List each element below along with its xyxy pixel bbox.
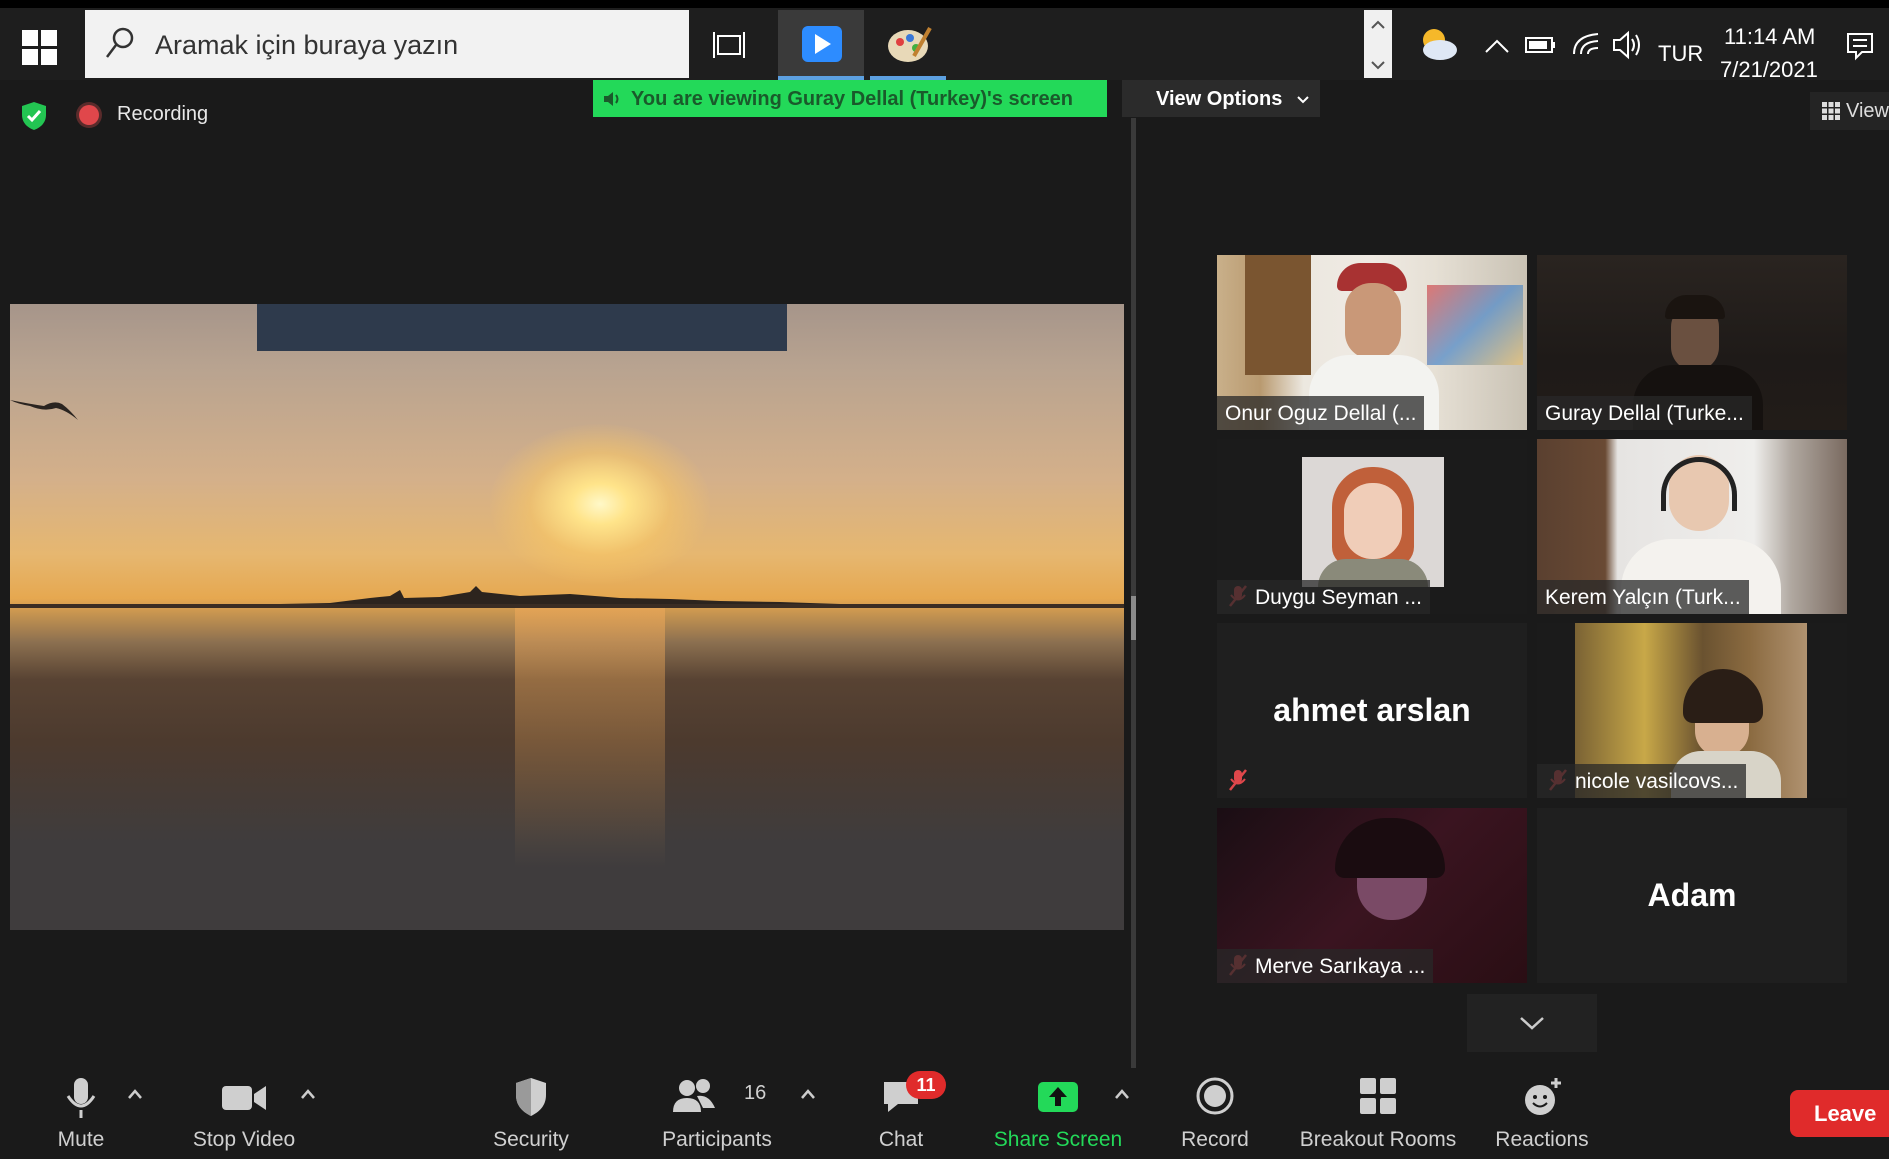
- wifi-icon[interactable]: [1568, 8, 1604, 80]
- record-button[interactable]: Record: [1176, 1072, 1254, 1152]
- video-options-caret-icon[interactable]: [300, 1088, 316, 1100]
- participants-count: 16: [744, 1082, 767, 1104]
- reactions-button[interactable]: Reactions: [1490, 1072, 1594, 1152]
- weather-icon[interactable]: [1410, 8, 1466, 80]
- encryption-shield-icon[interactable]: [20, 101, 48, 131]
- record-label: Record: [1181, 1128, 1249, 1151]
- task-view-icon[interactable]: [700, 10, 762, 80]
- participants-icon: [673, 1079, 715, 1112]
- participant-face: [1344, 483, 1402, 559]
- security-shield-icon: [516, 1078, 546, 1116]
- sun-reflection: [515, 608, 665, 868]
- view-layout-button[interactable]: View: [1810, 92, 1889, 130]
- video-frame: [1302, 457, 1444, 587]
- chat-unread-badge: 11: [906, 1071, 946, 1099]
- breakout-rooms-button[interactable]: Breakout Rooms: [1298, 1072, 1458, 1152]
- windows-taskbar: Aramak için buraya yazın TUR 11:14 AM 7/…: [0, 0, 1889, 83]
- breakout-rooms-label: Breakout Rooms: [1299, 1128, 1457, 1151]
- participant-name: Merve Sarıkaya ...: [1217, 949, 1434, 983]
- reactions-label: Reactions: [1495, 1128, 1589, 1151]
- search-placeholder: Aramak için buraya yazın: [155, 30, 459, 60]
- seagull-silhouette: [10, 400, 78, 420]
- headphones: [1661, 457, 1737, 511]
- share-screen-button[interactable]: Share Screen: [990, 1072, 1126, 1152]
- split-divider-handle[interactable]: [1131, 596, 1136, 640]
- recording-label: Recording: [117, 103, 209, 125]
- input-language[interactable]: TUR: [1658, 41, 1703, 67]
- volume-icon[interactable]: [1608, 8, 1644, 80]
- participant-tile[interactable]: Adam: [1537, 808, 1847, 983]
- battery-icon[interactable]: [1522, 8, 1558, 80]
- taskbar-scroll[interactable]: [1364, 10, 1392, 78]
- security-button[interactable]: Security: [484, 1072, 578, 1152]
- zoom-app-icon[interactable]: [778, 10, 864, 80]
- participants-button[interactable]: 16 Participants: [652, 1072, 782, 1152]
- participants-options-caret-icon[interactable]: [800, 1088, 816, 1100]
- chevron-up-icon[interactable]: [1480, 8, 1514, 80]
- share-options-caret-icon[interactable]: [1114, 1088, 1130, 1100]
- participant-tile[interactable]: nicole vasilcovs...: [1537, 623, 1847, 798]
- wall-posters: [1427, 285, 1523, 365]
- smiley-plus-icon: [1525, 1078, 1561, 1115]
- view-options-button[interactable]: View Options: [1122, 80, 1320, 117]
- sunset-sun: [490, 424, 710, 584]
- shared-screen-overlay-bar: [257, 304, 787, 351]
- viewing-banner-text: You are viewing Guray Dellal (Turkey)'s …: [631, 88, 1073, 110]
- participant-name: Kerem Yalçın (Turk...: [1537, 580, 1749, 614]
- participant-tile[interactable]: ahmet arslan: [1217, 623, 1527, 798]
- participant-name: Onur Oguz Dellal (...: [1217, 396, 1425, 430]
- recording-indicator-icon[interactable]: [79, 105, 99, 125]
- participant-tile[interactable]: Kerem Yalçın (Turk...: [1537, 439, 1847, 614]
- record-icon: [1196, 1077, 1234, 1115]
- participant-face: [1345, 283, 1401, 359]
- grid-view-icon: [1822, 102, 1840, 120]
- clock-date[interactable]: 7/21/2021: [1720, 57, 1818, 83]
- share-screen-icon: [1038, 1082, 1078, 1112]
- view-label: View: [1846, 100, 1889, 122]
- participant-tile[interactable]: Guray Dellal (Turke...: [1537, 255, 1847, 430]
- participant-name: nicole vasilcovs...: [1537, 764, 1747, 798]
- participant-hair: [1683, 669, 1763, 723]
- participants-label: Participants: [662, 1128, 772, 1151]
- participant-hair: [1335, 818, 1445, 878]
- wall-tapestry: [1245, 255, 1311, 375]
- mute-button[interactable]: Mute: [40, 1072, 122, 1152]
- split-divider[interactable]: [1131, 118, 1136, 1068]
- share-screen-label: Share Screen: [993, 1128, 1123, 1151]
- video-camera-icon: [222, 1086, 266, 1110]
- breakout-rooms-icon: [1360, 1078, 1396, 1114]
- stop-video-button[interactable]: Stop Video: [186, 1072, 302, 1152]
- stop-video-label: Stop Video: [192, 1128, 296, 1151]
- search-icon: [106, 27, 134, 58]
- shared-screen-view[interactable]: [10, 304, 1124, 930]
- participant-tile[interactable]: Duygu Seyman ...: [1217, 439, 1527, 614]
- participant-tile[interactable]: Merve Sarıkaya ...: [1217, 808, 1527, 983]
- muted-mic-icon: [1229, 769, 1247, 791]
- leave-meeting-button[interactable]: Leave: [1790, 1090, 1889, 1137]
- chat-label: Chat: [878, 1128, 924, 1151]
- participant-name-placeholder: ahmet arslan: [1273, 692, 1471, 728]
- gallery-next-page-button[interactable]: [1467, 994, 1597, 1052]
- chevron-down-icon: [1520, 1017, 1544, 1030]
- windows-start-icon[interactable]: [22, 30, 58, 66]
- participant-name: Duygu Seyman ...: [1217, 580, 1430, 614]
- chevron-down-icon: [1297, 96, 1309, 104]
- participant-name: Guray Dellal (Turke...: [1537, 396, 1752, 430]
- viewing-screen-banner: You are viewing Guray Dellal (Turkey)'s …: [593, 80, 1107, 117]
- speaker-icon: [604, 92, 619, 106]
- paint-app-icon[interactable]: [870, 10, 946, 80]
- microphone-icon: [66, 1078, 96, 1118]
- participant-tile[interactable]: Onur Oguz Dellal (...: [1217, 255, 1527, 430]
- view-options-label: View Options: [1156, 88, 1283, 110]
- notifications-icon[interactable]: [1840, 8, 1880, 80]
- security-label: Security: [493, 1128, 569, 1151]
- audio-options-caret-icon[interactable]: [127, 1088, 143, 1100]
- clock-time[interactable]: 11:14 AM: [1724, 24, 1815, 50]
- participant-name-placeholder: Adam: [1647, 877, 1737, 913]
- participant-hair: [1665, 295, 1725, 319]
- taskbar-search-input[interactable]: Aramak için buraya yazın: [85, 10, 689, 78]
- mute-label: Mute: [57, 1128, 105, 1151]
